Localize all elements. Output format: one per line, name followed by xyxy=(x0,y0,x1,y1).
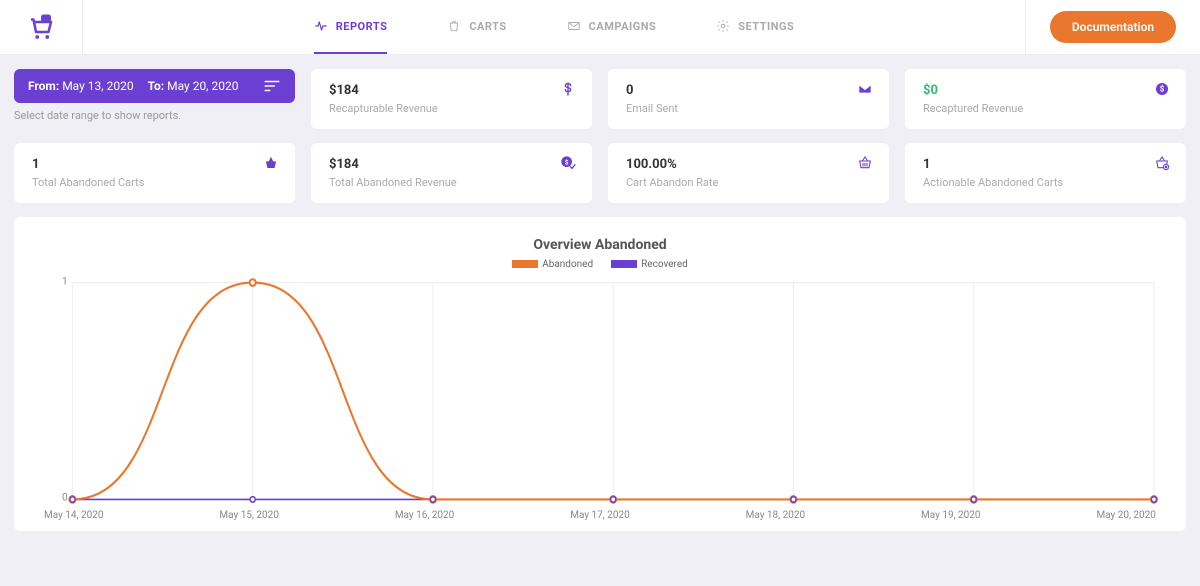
svg-text:$: $ xyxy=(565,158,569,166)
chart-panel: Overview Abandoned Abandoned Recovered 1… xyxy=(14,217,1186,531)
card-label: Email Sent xyxy=(626,102,871,115)
stats-row-1: From: May 13, 2020 To: May 20, 2020 Sele… xyxy=(14,69,1186,129)
tab-reports[interactable]: REPORTS xyxy=(314,0,388,54)
card-label: Cart Abandon Rate xyxy=(626,176,871,189)
cart-logo-icon xyxy=(26,12,56,42)
tab-carts[interactable]: CARTS xyxy=(447,0,506,54)
dollar-badge-icon: $ xyxy=(1154,81,1170,97)
basket-gear-icon xyxy=(1154,155,1170,171)
card-actionable-abandoned-carts: 1 Actionable Abandoned Carts xyxy=(905,143,1186,203)
from-value: May 13, 2020 xyxy=(62,79,133,93)
card-label: Total Abandoned Carts xyxy=(32,176,277,189)
x-tick-label: May 20, 2020 xyxy=(1096,510,1155,521)
tab-label: CAMPAIGNS xyxy=(589,20,657,33)
tab-label: SETTINGS xyxy=(738,20,794,33)
svg-text:$: $ xyxy=(1160,85,1165,94)
pulse-icon xyxy=(314,19,328,33)
card-value: 1 xyxy=(32,157,277,172)
x-tick-label: May 17, 2020 xyxy=(570,510,629,521)
basket-icon xyxy=(263,155,279,171)
nav-tabs: REPORTS CARTS CAMPAIGNS SETTINGS xyxy=(83,0,1025,54)
card-recaptured-revenue: $0 Recaptured Revenue $ xyxy=(905,69,1186,129)
y-tick: 0 xyxy=(62,493,68,504)
x-tick-label: May 16, 2020 xyxy=(395,510,454,521)
card-value: $184 xyxy=(329,83,574,98)
stats-row-2: 1 Total Abandoned Carts $184 Total Aband… xyxy=(14,143,1186,203)
tab-settings[interactable]: SETTINGS xyxy=(716,0,794,54)
sort-icon xyxy=(263,79,281,93)
card-label: Recapturable Revenue xyxy=(329,102,574,115)
x-tick-label: May 15, 2020 xyxy=(219,510,278,521)
date-range-hint: Select date range to show reports. xyxy=(14,109,295,122)
card-label: Total Abandoned Revenue xyxy=(329,176,574,189)
date-range-picker[interactable]: From: May 13, 2020 To: May 20, 2020 xyxy=(14,69,295,103)
card-value: 0 xyxy=(626,83,871,98)
documentation-button[interactable]: Documentation xyxy=(1050,11,1176,43)
content-area: From: May 13, 2020 To: May 20, 2020 Sele… xyxy=(0,55,1200,545)
date-range-cell: From: May 13, 2020 To: May 20, 2020 Sele… xyxy=(14,69,295,129)
legend-recovered: Recovered xyxy=(611,259,688,270)
card-value: $184 xyxy=(329,157,574,172)
envelope-icon xyxy=(857,81,873,97)
tab-label: REPORTS xyxy=(336,20,388,33)
mail-icon xyxy=(567,19,581,33)
card-email-sent: 0 Email Sent xyxy=(608,69,889,129)
x-tick-label: May 18, 2020 xyxy=(746,510,805,521)
to-label: To: xyxy=(148,79,165,93)
chart-title: Overview Abandoned xyxy=(42,237,1158,253)
tab-label: CARTS xyxy=(469,20,506,33)
gear-icon xyxy=(716,19,730,33)
card-label: Actionable Abandoned Carts xyxy=(923,176,1168,189)
card-total-abandoned-carts: 1 Total Abandoned Carts xyxy=(14,143,295,203)
from-label: From: xyxy=(28,79,59,93)
dollar-check-icon: $ xyxy=(560,155,576,171)
brand-logo xyxy=(0,0,83,54)
chart-plot-area: 1 0 xyxy=(42,276,1158,506)
dollar-icon xyxy=(560,81,576,97)
bag-icon xyxy=(447,19,461,33)
doc-area: Documentation xyxy=(1025,0,1200,54)
top-navigation: REPORTS CARTS CAMPAIGNS SETTINGS Documen… xyxy=(0,0,1200,55)
card-value: 100.00% xyxy=(626,157,871,172)
x-tick-label: May 19, 2020 xyxy=(921,510,980,521)
card-recapturable-revenue: $184 Recapturable Revenue xyxy=(311,69,592,129)
chart-x-axis: May 14, 2020 May 15, 2020 May 16, 2020 May … xyxy=(42,510,1158,521)
basket-lines-icon xyxy=(857,155,873,171)
card-value: 1 xyxy=(923,157,1168,172)
legend-abandoned: Abandoned xyxy=(512,259,593,270)
tab-campaigns[interactable]: CAMPAIGNS xyxy=(567,0,657,54)
y-tick: 1 xyxy=(62,277,68,288)
card-total-abandoned-revenue: $184 Total Abandoned Revenue $ xyxy=(311,143,592,203)
card-value: $0 xyxy=(923,83,1168,98)
to-value: May 20, 2020 xyxy=(167,79,238,93)
x-tick-label: May 14, 2020 xyxy=(44,510,103,521)
chart-legend: Abandoned Recovered xyxy=(42,259,1158,270)
card-cart-abandon-rate: 100.00% Cart Abandon Rate xyxy=(608,143,889,203)
card-label: Recaptured Revenue xyxy=(923,102,1168,115)
